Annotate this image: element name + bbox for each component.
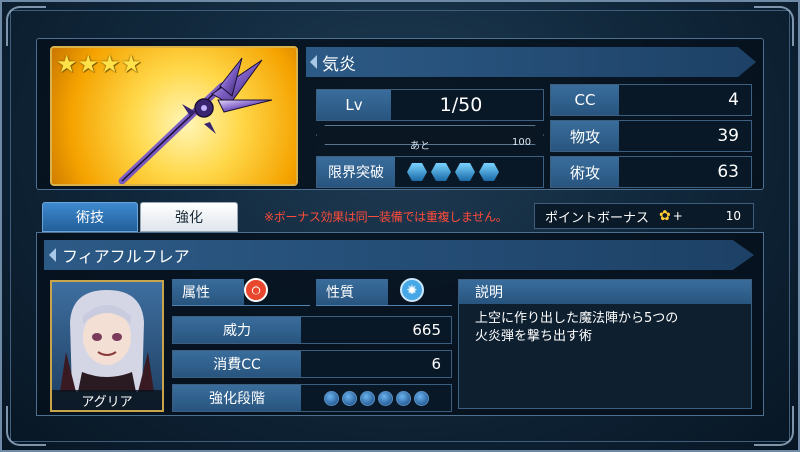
power-value: 665 (412, 321, 441, 339)
limit-break-hex-icon (407, 163, 427, 181)
enhance-stage-dots (301, 385, 451, 411)
enhance-stage-dot-icon (377, 390, 393, 406)
limit-break-label: 限界突破 (317, 157, 395, 187)
enhance-stage-row: 強化段階 (172, 384, 452, 412)
character-portrait[interactable]: アグリア (50, 280, 164, 412)
limit-break-hex-icon (455, 163, 475, 181)
tab-skill[interactable]: 術技 (42, 202, 138, 232)
character-face-icon (60, 290, 154, 392)
phys-attack-value: 39 (717, 126, 739, 146)
cost-value: 6 (431, 355, 441, 373)
level-label: Lv (317, 90, 391, 120)
exp-remaining-label: あと (410, 141, 430, 152)
description-panel: 説明 上空に作り出した魔法陣から5つの 火炎弾を撃ち出す術 (458, 279, 752, 409)
enhance-stage-dot-icon (341, 390, 357, 406)
character-name: アグリア (52, 390, 162, 410)
enhance-stage-dot-icon (413, 390, 429, 406)
tab-enhance[interactable]: 強化 (140, 202, 238, 232)
fire-element-icon: ◉ (244, 278, 268, 302)
weapon-name: 気炎 (322, 54, 356, 75)
description-text: 上空に作り出した魔法陣から5つの 火炎弾を撃ち出す術 (475, 311, 679, 344)
attribute-underline (172, 305, 310, 306)
enhance-stage-label: 強化段階 (173, 385, 301, 411)
magic-attack-label: 術攻 (551, 157, 619, 187)
magic-attack-value: 63 (717, 162, 739, 182)
point-bonus-value: 10 (725, 209, 741, 223)
enhance-stage-dot-icon (359, 390, 375, 406)
magic-attack-stat: 術攻 63 (550, 156, 752, 188)
bonus-notice: ※ボーナス効果は同一装備では重複しません。 (264, 210, 508, 224)
enhance-stage-dot-icon (323, 390, 339, 406)
property-underline (316, 305, 452, 306)
weapon-name-bar: 気炎 (306, 47, 756, 77)
skill-name: フィアフルフレア (62, 247, 190, 266)
enhance-stage-dot-icon (395, 390, 411, 406)
bonus-plus: + (672, 209, 683, 223)
limit-break-box: 限界突破 (316, 156, 544, 188)
property-label: 性質 (316, 279, 388, 305)
point-bonus-box: ポイントボーナス ✿ + 10 (534, 203, 754, 229)
point-bonus-label: ポイントボーナス (545, 210, 650, 226)
weapon-card[interactable]: ★★★★ (50, 46, 298, 186)
cc-value: 4 (728, 90, 739, 110)
description-label: 説明 (459, 280, 751, 304)
trident-spear-icon (118, 57, 273, 184)
water-crystal-icon: ✳ (400, 278, 424, 302)
power-row: 威力 665 (172, 316, 452, 344)
cost-label: 消費CC (173, 351, 301, 377)
exp-bar (316, 125, 544, 145)
bonus-character-icon: ✿ (659, 208, 671, 224)
cost-row: 消費CC 6 (172, 350, 452, 378)
level-box: Lv 1/50 (316, 89, 544, 121)
skill-name-bar: フィアフルフレア (44, 240, 754, 270)
limit-break-hex-icon (479, 163, 499, 181)
cc-label: CC (551, 85, 619, 115)
cc-stat: CC 4 (550, 84, 752, 116)
level-value: 1/50 (439, 94, 483, 116)
phys-attack-stat: 物攻 39 (550, 120, 752, 152)
limit-break-hexes (395, 157, 543, 187)
exp-remaining-value: 100 (512, 137, 532, 148)
power-label: 威力 (173, 317, 301, 343)
phys-attack-label: 物攻 (551, 121, 619, 151)
limit-break-hex-icon (431, 163, 451, 181)
attribute-label: 属性 (172, 279, 244, 305)
